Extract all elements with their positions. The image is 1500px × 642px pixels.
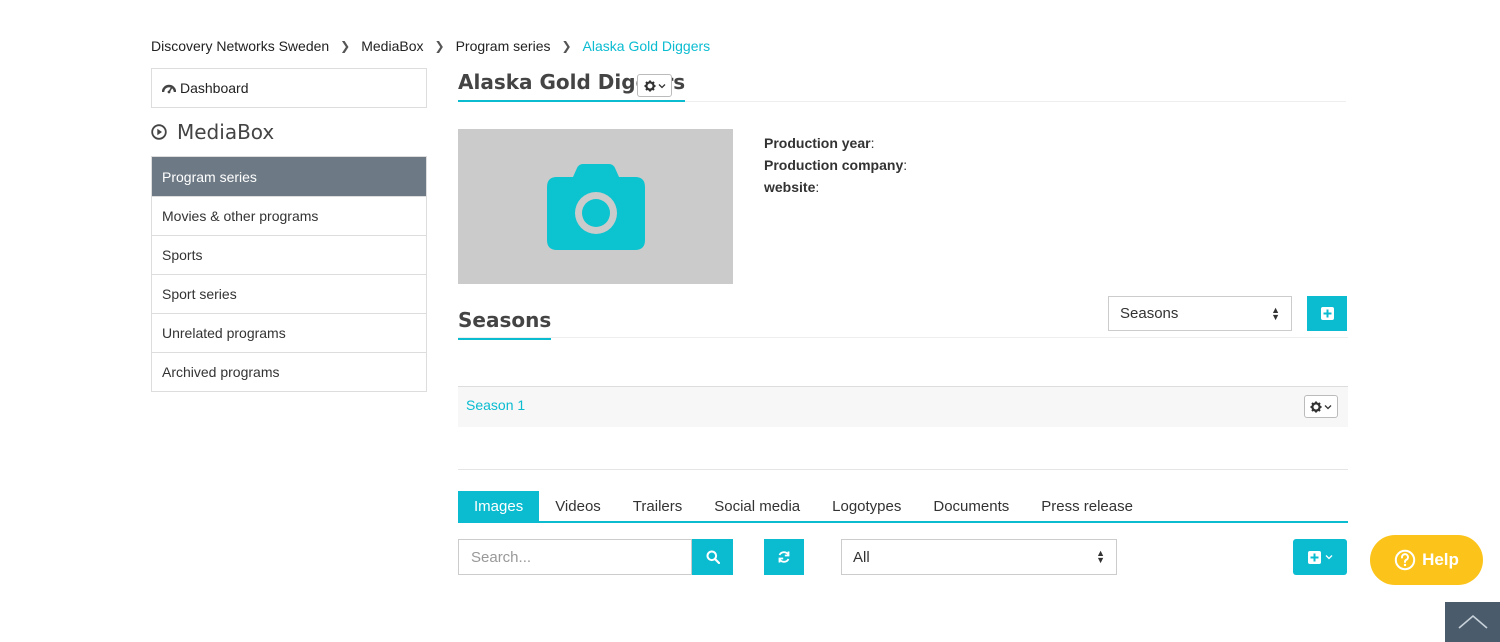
- sidebar-item-program-series[interactable]: Program series: [152, 157, 426, 196]
- chevron-down-icon: [1324, 404, 1332, 409]
- gear-icon: [1310, 401, 1322, 412]
- program-image-placeholder: [458, 129, 733, 284]
- tab-press-release[interactable]: Press release: [1025, 491, 1149, 521]
- sidebar-item-movies[interactable]: Movies & other programs: [152, 196, 426, 235]
- tab-social-media[interactable]: Social media: [698, 491, 816, 521]
- dashboard-icon: [162, 84, 176, 94]
- sidebar-item-sport-series[interactable]: Sport series: [152, 274, 426, 313]
- production-year-row: Production year:: [764, 135, 875, 151]
- refresh-icon: [778, 551, 790, 563]
- breadcrumb: Discovery Networks Sweden ❯ MediaBox ❯ P…: [151, 38, 710, 54]
- breadcrumb-item-organization[interactable]: Discovery Networks Sweden: [151, 38, 329, 54]
- media-filter-value: All: [853, 548, 870, 566]
- production-company-row: Production company:: [764, 157, 908, 173]
- tab-images[interactable]: Images: [458, 491, 540, 521]
- search-input[interactable]: [471, 548, 681, 566]
- media-filter-select[interactable]: All ▲ ▼: [841, 539, 1117, 575]
- camera-icon: [546, 163, 645, 250]
- seasons-header: Seasons Seasons ▲ ▼: [458, 296, 1348, 340]
- chevron-down-icon: [658, 83, 665, 88]
- tab-trailers[interactable]: Trailers: [617, 491, 698, 521]
- plus-square-icon: [1307, 550, 1321, 564]
- search-box: [458, 539, 692, 575]
- tab-videos[interactable]: Videos: [539, 491, 617, 521]
- website-label: website: [764, 179, 816, 195]
- chevron-right-icon: ❯: [340, 39, 351, 53]
- play-circle-icon: [151, 124, 167, 140]
- add-media-button[interactable]: [1293, 539, 1347, 575]
- refresh-button[interactable]: [764, 539, 804, 575]
- production-company-label: Production company: [764, 157, 904, 173]
- sidebar: Dashboard MediaBox Program series Movies…: [151, 68, 427, 392]
- media-tabs: Images Videos Trailers Social media Logo…: [458, 491, 1348, 523]
- chevron-down-icon: [1325, 555, 1332, 560]
- season-settings-button[interactable]: [1304, 395, 1338, 418]
- section-divider: [458, 469, 1348, 470]
- search-icon: [706, 550, 720, 564]
- search-button[interactable]: [692, 539, 733, 575]
- seasons-title: Seasons: [458, 308, 552, 340]
- chevron-right-icon: ❯: [561, 39, 572, 53]
- sidebar-item-sports[interactable]: Sports: [152, 235, 426, 274]
- dashboard-label: Dashboard: [180, 80, 249, 96]
- mediabox-section-header: MediaBox: [151, 108, 427, 156]
- season-link[interactable]: Season 1: [466, 397, 525, 413]
- sidebar-menu: Program series Movies & other programs S…: [151, 156, 427, 392]
- production-year-label: Production year: [764, 135, 871, 151]
- help-button[interactable]: Help: [1370, 535, 1483, 585]
- season-row: Season 1: [458, 386, 1348, 427]
- website-row: website:: [764, 179, 820, 195]
- chevron-right-icon: ❯: [434, 39, 445, 53]
- tab-documents[interactable]: Documents: [917, 491, 1025, 521]
- gear-icon: [644, 80, 655, 91]
- mediabox-title: MediaBox: [177, 120, 275, 144]
- tab-logotypes[interactable]: Logotypes: [816, 491, 917, 521]
- program-header: Alaska Gold Diggers: [458, 70, 1346, 102]
- sidebar-item-archived-programs[interactable]: Archived programs: [152, 352, 426, 391]
- add-season-button[interactable]: [1307, 296, 1347, 331]
- sort-arrows-icon: ▲ ▼: [1096, 548, 1105, 565]
- breadcrumb-item-mediabox[interactable]: MediaBox: [361, 38, 423, 54]
- help-label: Help: [1422, 550, 1459, 569]
- sort-arrows-icon: ▲ ▼: [1271, 304, 1280, 322]
- seasons-select[interactable]: Seasons ▲ ▼: [1108, 296, 1292, 331]
- program-info: Production year: Production company: web…: [764, 132, 907, 198]
- sidebar-item-unrelated-programs[interactable]: Unrelated programs: [152, 313, 426, 352]
- program-settings-button[interactable]: [637, 74, 672, 97]
- seasons-select-value: Seasons: [1120, 305, 1179, 322]
- scroll-to-top-button[interactable]: [1445, 602, 1500, 642]
- breadcrumb-current: Alaska Gold Diggers: [582, 38, 711, 54]
- chevron-up-icon: [1457, 614, 1488, 629]
- plus-square-icon: [1320, 307, 1334, 320]
- dashboard-link[interactable]: Dashboard: [151, 68, 427, 108]
- question-circle-icon: [1394, 549, 1416, 571]
- breadcrumb-item-program-series[interactable]: Program series: [456, 38, 551, 54]
